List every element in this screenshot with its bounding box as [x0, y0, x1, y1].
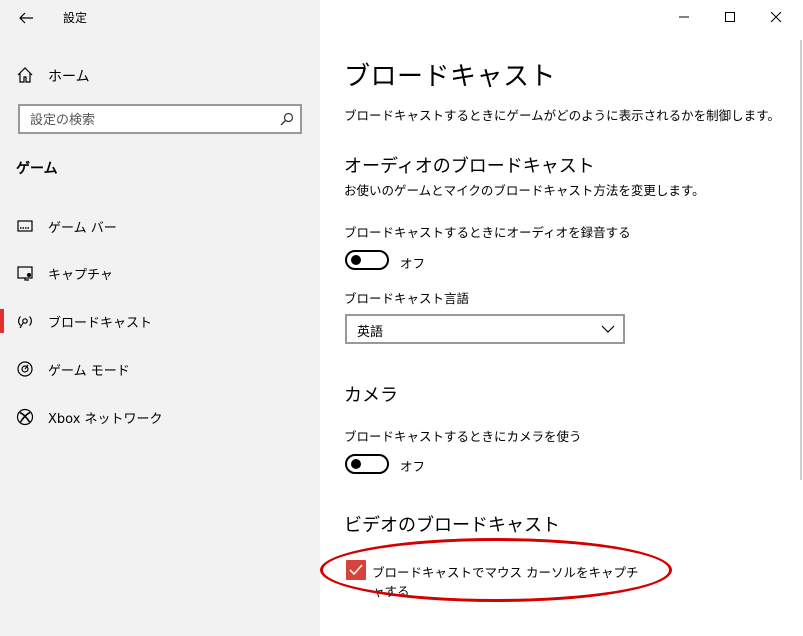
language-value: 英語 [357, 325, 384, 340]
section-title: ゲーム [16, 161, 58, 177]
app-title: 設定 [63, 11, 88, 25]
record-audio-state: オフ [400, 256, 426, 271]
capture-icon [17, 266, 33, 281]
sidebar-item-capture[interactable]: キャプチャ [0, 255, 320, 291]
home-icon [17, 67, 33, 83]
sidebar-item-label: ホーム [48, 69, 90, 85]
sidebar-item-xbox-network[interactable]: Xbox ネットワーク [0, 399, 320, 435]
toggle-knob [351, 255, 361, 265]
title-bar: 設定 [0, 0, 320, 36]
back-arrow-icon [19, 12, 33, 24]
red-annotation-ellipse [320, 538, 672, 602]
language-dropdown[interactable]: 英語 [345, 314, 625, 344]
search-icon[interactable] [280, 112, 294, 126]
maximize-icon [725, 12, 735, 22]
camera-toggle[interactable] [345, 454, 389, 474]
sidebar-item-label: ゲーム モード [48, 364, 130, 379]
close-icon [770, 11, 782, 23]
broadcast-icon [18, 316, 32, 329]
language-label: ブロードキャスト言語 [344, 291, 470, 306]
audio-subtext: お使いのゲームとマイクのブロードキャスト方法を変更します。 [344, 183, 705, 198]
camera-heading: カメラ [344, 385, 398, 406]
search-input[interactable] [28, 109, 272, 131]
sidebar-item-label: キャプチャ [48, 268, 113, 283]
close-button[interactable] [753, 0, 799, 34]
window-controls [653, 0, 803, 34]
minimize-button[interactable] [661, 0, 707, 34]
sidebar-item-broadcast[interactable]: ブロードキャスト [0, 303, 320, 339]
sidebar-item-game-mode[interactable]: ゲーム モード [0, 351, 320, 387]
back-button[interactable] [12, 6, 40, 30]
video-heading: ビデオのブロードキャスト [344, 515, 560, 536]
chevron-down-icon [601, 325, 615, 333]
sidebar: 設定 ホーム ゲーム ゲーム バー [0, 0, 320, 636]
sidebar-item-label: Xbox ネットワーク [48, 412, 163, 427]
sidebar-item-game-bar[interactable]: ゲーム バー [0, 208, 320, 244]
sidebar-item-label: ゲーム バー [48, 221, 117, 236]
minimize-icon [679, 16, 689, 18]
selection-indicator [0, 309, 4, 333]
page-description: ブロードキャストするときにゲームがどのように表示されるかを制御します。 [344, 108, 780, 123]
toggle-knob [351, 459, 361, 469]
record-audio-label: ブロードキャストするときにオーディオを録音する [344, 225, 631, 240]
maximize-button[interactable] [707, 0, 753, 34]
page-title: ブロードキャスト [344, 62, 557, 92]
game-mode-icon [17, 361, 33, 377]
audio-heading: オーディオのブロードキャスト [344, 156, 595, 177]
sidebar-item-label: ブロードキャスト [48, 316, 153, 331]
sidebar-item-home[interactable]: ホーム [0, 60, 320, 90]
camera-use-label: ブロードキャストするときにカメラを使う [344, 429, 582, 444]
xbox-icon [16, 408, 34, 426]
record-audio-toggle[interactable] [345, 250, 389, 270]
search-box[interactable] [18, 104, 302, 134]
settings-window: 設定 ホーム ゲーム ゲーム バー [0, 0, 803, 636]
game-bar-icon [17, 220, 33, 232]
camera-state: オフ [400, 459, 426, 474]
scrollbar[interactable] [800, 40, 802, 480]
